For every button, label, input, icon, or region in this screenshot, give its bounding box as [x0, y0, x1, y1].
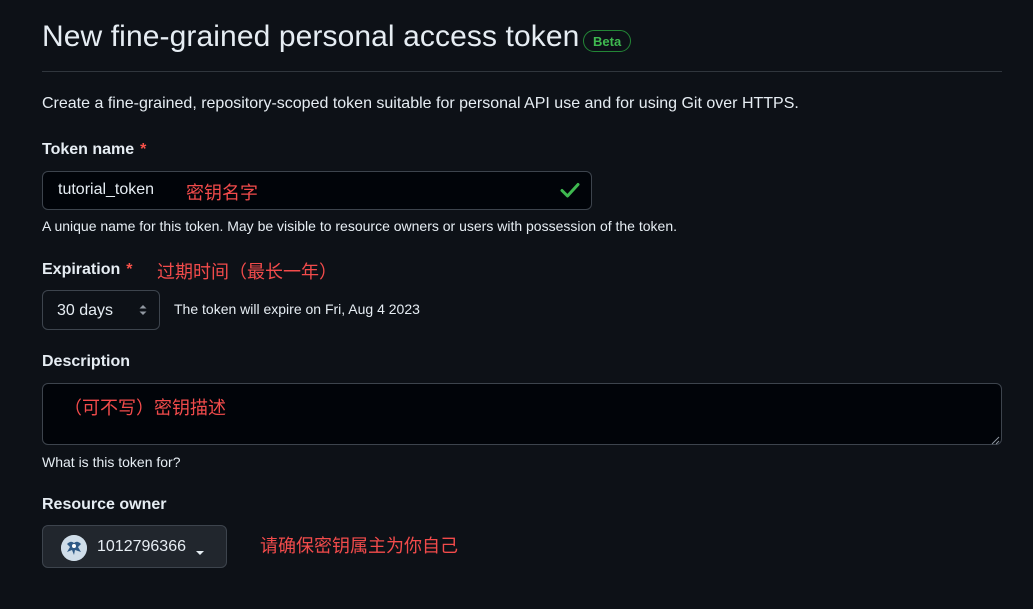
token-name-label: Token name *: [42, 141, 146, 159]
caret-down-icon: [195, 543, 205, 555]
header-divider: [42, 71, 1002, 72]
expiration-label-text: Expiration: [42, 261, 121, 278]
token-name-annotation: 密钥名字: [186, 183, 258, 203]
expiration-label: Expiration *: [42, 261, 132, 279]
description-hint: What is this token for?: [42, 454, 181, 470]
avatar: [61, 535, 87, 561]
description-label: Description: [42, 353, 131, 370]
expiration-selected: 30 days: [57, 302, 114, 319]
token-name-hint: A unique name for this token. May be vis…: [42, 218, 677, 234]
required-mark: *: [140, 141, 147, 158]
expiration-annotation: 过期时间（最长一年）: [157, 262, 337, 282]
resource-owner-label: Resource owner: [42, 496, 167, 513]
resource-owner-value: 1012796366: [97, 538, 186, 555]
beta-badge: Beta: [583, 30, 632, 52]
token-name-value: tutorial_token: [58, 181, 155, 198]
intro-text: Create a fine-grained, repository-scoped…: [42, 95, 799, 112]
check-icon: [559, 180, 581, 200]
select-arrows-icon: [138, 303, 148, 317]
required-mark: *: [126, 261, 133, 278]
expiration-text: The token will expire on Fri, Aug 4 2023: [174, 301, 420, 317]
description-annotation: （可不写）密钥描述: [64, 398, 226, 418]
resize-handle-icon[interactable]: [990, 432, 1000, 445]
token-name-label-text: Token name: [42, 141, 135, 158]
page-title: New fine-grained personal access token: [42, 20, 580, 53]
resource-owner-annotation: 请确保密钥属主为你自己: [260, 536, 458, 556]
